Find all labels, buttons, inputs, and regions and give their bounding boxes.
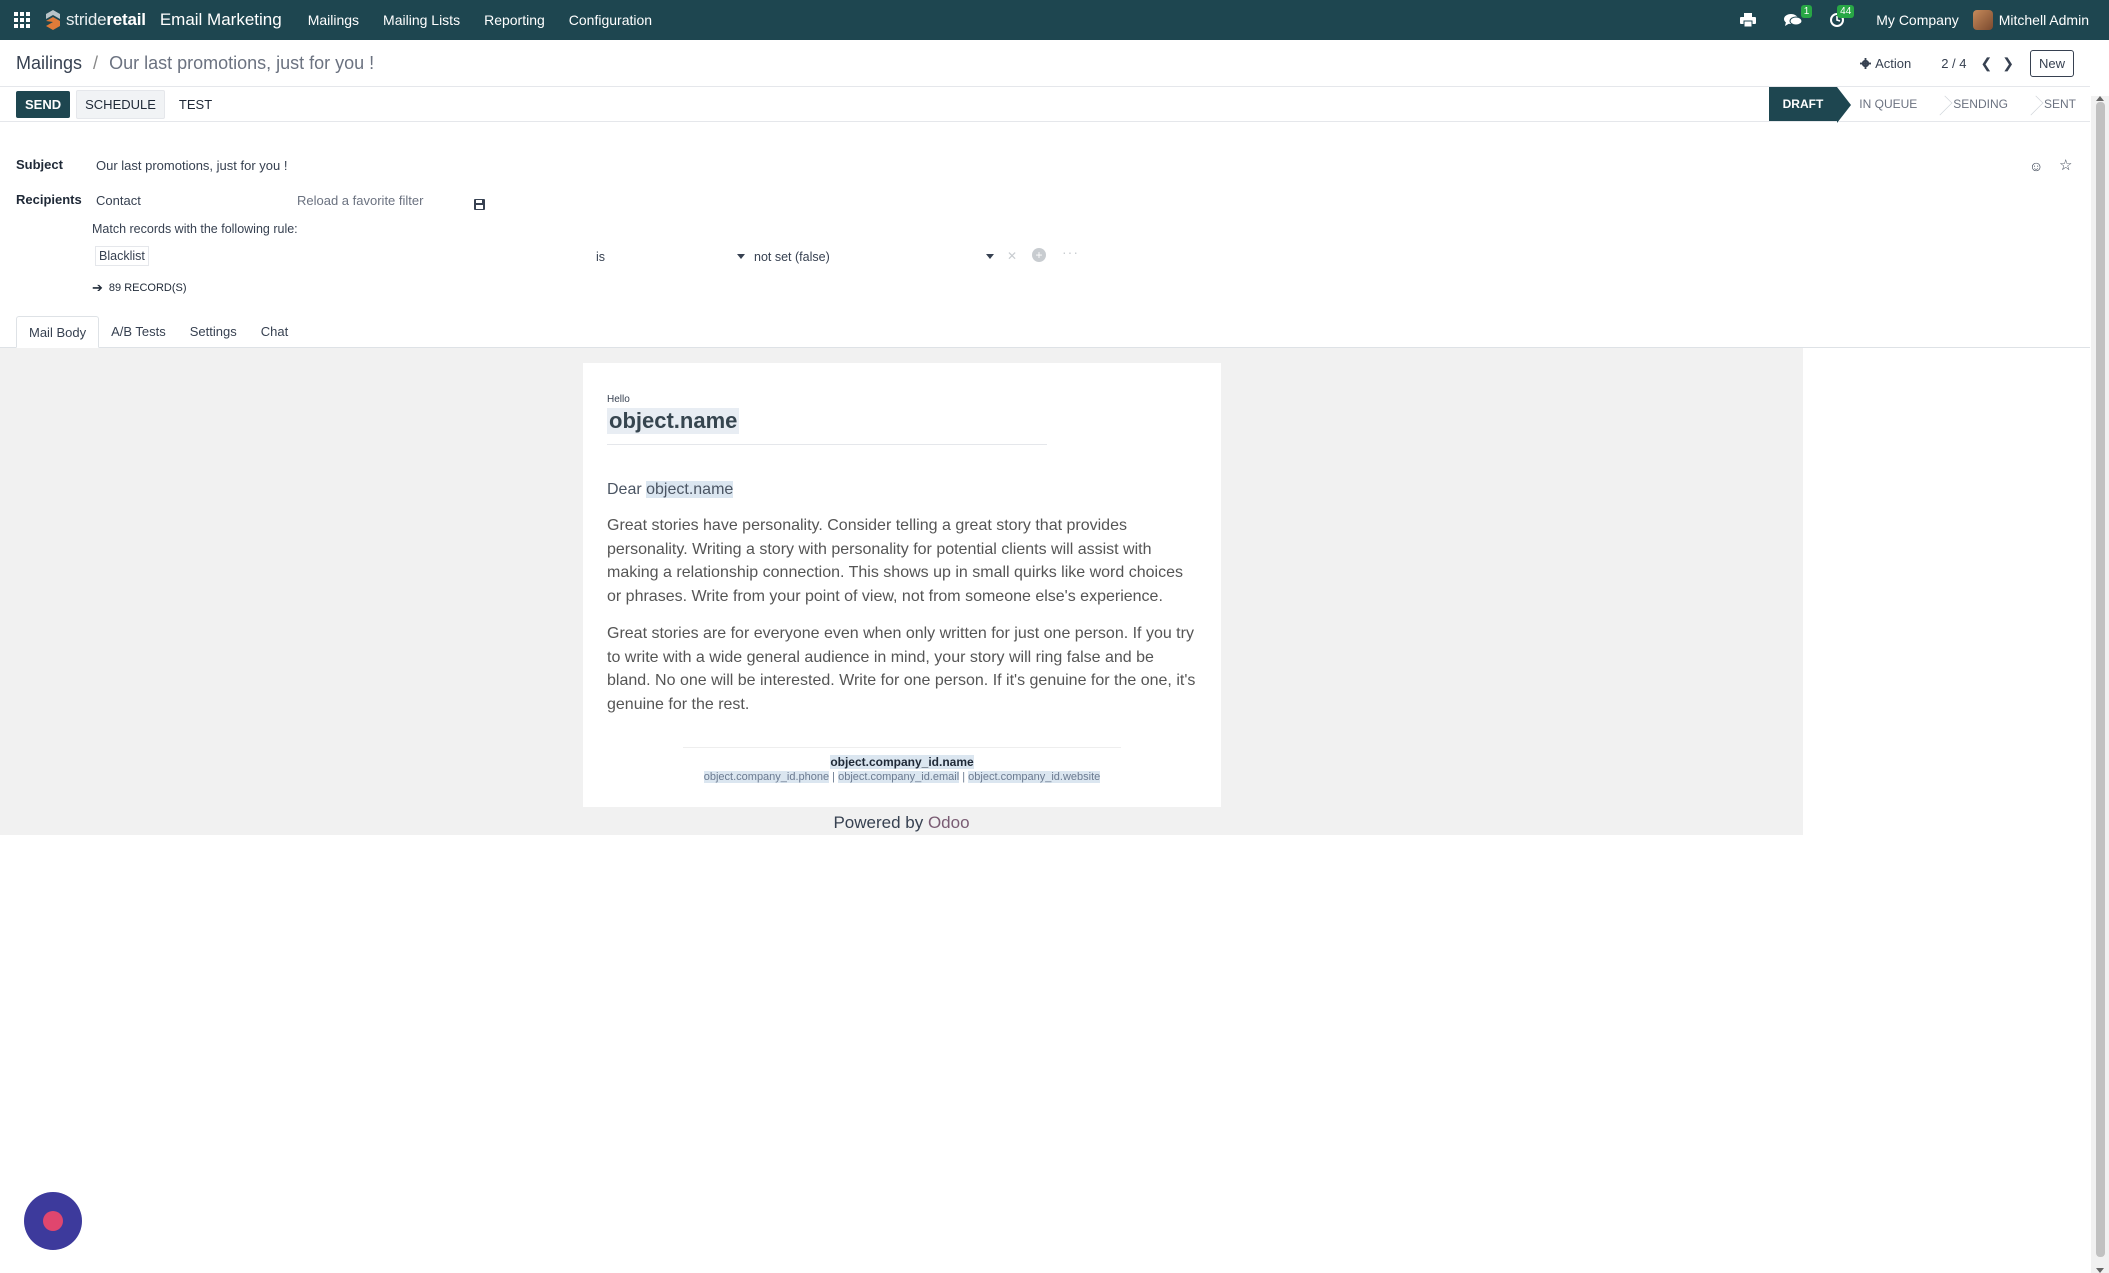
records-count: 89 RECORD(S) <box>108 282 187 294</box>
app-title[interactable]: Email Marketing <box>160 10 282 30</box>
user-name: Mitchell Admin <box>1998 12 2089 28</box>
company-phone-placeholder: object.company_id.phone <box>703 771 830 783</box>
remove-rule-icon[interactable]: ✕ <box>1007 249 1017 263</box>
recipients-label: Recipients <box>16 192 82 207</box>
stage-in-queue[interactable]: IN QUEUE <box>1837 87 1931 121</box>
mail-company-name: object.company_id.name <box>583 755 1221 769</box>
gear-icon <box>1860 57 1872 69</box>
odoo-link[interactable]: Odoo <box>928 813 970 832</box>
tab-ab-tests[interactable]: A/B Tests <box>99 316 178 347</box>
greeting-placeholder: object.name <box>646 481 734 498</box>
pager-previous-icon[interactable]: ❮ <box>1981 55 1993 72</box>
records-count-link[interactable]: ➔ 89 RECORD(S) <box>92 280 187 296</box>
powered-by-text: Powered by <box>833 813 928 832</box>
menu-configuration[interactable]: Configuration <box>557 0 664 40</box>
breadcrumb: Mailings / Our last promotions, just for… <box>16 53 374 74</box>
company-website-placeholder: object.company_id.website <box>968 771 1101 783</box>
company-email-placeholder: object.company_id.email <box>838 771 960 783</box>
tab-mail-body[interactable]: Mail Body <box>16 316 100 348</box>
user-menu[interactable]: Mitchell Admin <box>1972 10 2089 30</box>
emoji-icon[interactable]: ☺ <box>2029 158 2043 174</box>
stage-draft[interactable]: DRAFT <box>1768 87 1851 123</box>
scroll-up-icon[interactable] <box>2096 96 2104 101</box>
tab-chat[interactable]: Chat <box>249 316 300 347</box>
test-button[interactable]: TEST <box>171 91 220 118</box>
heading-divider <box>607 444 1047 445</box>
pager-value[interactable]: 2 / 4 <box>1941 56 1966 71</box>
greeting-prefix: Dear <box>607 481 647 498</box>
activities-badge: 44 <box>1837 5 1855 18</box>
messages-badge: 1 <box>1800 5 1813 18</box>
stage-sent[interactable]: SENT <box>2022 87 2090 121</box>
menu-reporting[interactable]: Reporting <box>472 0 557 40</box>
brand-name: strideretail <box>66 10 146 29</box>
mail-paragraph-2: Great stories are for everyone even when… <box>607 625 1196 713</box>
menu-mailing-lists[interactable]: Mailing Lists <box>371 0 472 40</box>
rule-field-select[interactable]: Blacklist <box>95 246 149 266</box>
action-label: Action <box>1875 55 1912 71</box>
action-menu-button[interactable]: Action <box>1860 56 1911 71</box>
breadcrumb-separator: / <box>93 52 99 73</box>
powered-by-footer: Powered by Odoo <box>0 813 1803 833</box>
footer-divider <box>683 747 1121 748</box>
activities-clock-icon[interactable]: 44 <box>1830 5 1855 27</box>
scrollbar-thumb[interactable] <box>2096 102 2105 1257</box>
stage-pipeline: DRAFT IN QUEUE SENDING SENT <box>1768 87 2090 123</box>
menu-mailings[interactable]: Mailings <box>296 0 371 40</box>
livechat-bubble[interactable] <box>24 1192 82 1250</box>
scroll-down-icon[interactable] <box>2096 1268 2104 1273</box>
page-scrollbar[interactable] <box>2091 96 2109 1273</box>
pager-next-icon[interactable]: ❯ <box>2002 55 2014 72</box>
tab-settings[interactable]: Settings <box>178 316 249 347</box>
favorite-filter-select[interactable]: Reload a favorite filter <box>297 193 423 208</box>
save-filter-icon[interactable] <box>474 197 485 215</box>
mail-company-info: object.company_id.phone | object.company… <box>583 771 1221 783</box>
brand-mark-icon <box>46 10 60 30</box>
main-menu: Mailings Mailing Lists Reporting Configu… <box>296 0 664 40</box>
form-statusbar: SEND SCHEDULE TEST DRAFT IN QUEUE SENDIN… <box>0 86 2090 123</box>
subject-input[interactable]: Our last promotions, just for you ! <box>96 158 287 173</box>
more-options-icon[interactable]: ··· <box>1062 244 1079 260</box>
operator-caret-icon <box>737 254 745 259</box>
mail-body-editor[interactable]: Hello object.name Dear object.name Great… <box>0 348 1803 835</box>
value-caret-icon <box>986 254 994 259</box>
add-rule-icon[interactable]: + <box>1032 248 1046 262</box>
messages-icon[interactable]: 1 <box>1784 5 1813 27</box>
company-name-placeholder: object.company_id.name <box>830 755 974 769</box>
apps-menu-icon[interactable] <box>2 0 42 40</box>
navbar-systray: 1 44 My Company Mitchell Admin <box>1740 5 2109 30</box>
rule-operator-select[interactable]: is <box>596 250 605 264</box>
info-separator: | <box>959 771 969 783</box>
subject-label: Subject <box>16 157 63 172</box>
top-navbar: strideretail Email Marketing Mailings Ma… <box>0 0 2109 40</box>
mail-hello: Hello <box>607 394 630 405</box>
print-icon[interactable] <box>1740 13 1757 27</box>
send-button[interactable]: SEND <box>16 90 71 118</box>
mail-heading: object.name <box>607 408 740 434</box>
notebook-tabs: Mail Body A/B Tests Settings Chat <box>0 316 2090 348</box>
info-separator: | <box>829 771 839 783</box>
company-switcher[interactable]: My Company <box>1876 12 1958 28</box>
breadcrumb-mailings[interactable]: Mailings <box>16 53 82 73</box>
user-avatar <box>1972 10 1993 30</box>
stage-sending[interactable]: SENDING <box>1931 87 2022 121</box>
schedule-button[interactable]: SCHEDULE <box>76 89 165 119</box>
recipients-model-select[interactable]: Contact <box>96 193 141 208</box>
star-icon[interactable]: ☆ <box>2059 156 2072 174</box>
brand-logo[interactable]: strideretail <box>44 9 146 31</box>
mail-paragraph-1: Great stories have personality. Consider… <box>607 517 1183 605</box>
arrow-right-icon: ➔ <box>92 280 103 295</box>
mail-greeting: Dear object.name <box>607 481 734 499</box>
domain-rule-text: Match records with the following rule: <box>92 222 298 236</box>
chat-record-icon <box>43 1211 63 1231</box>
control-panel: Mailings / Our last promotions, just for… <box>0 40 2090 86</box>
rule-value-select[interactable]: not set (false) <box>754 250 830 264</box>
mail-content-card[interactable]: Hello object.name Dear object.name Great… <box>583 363 1221 807</box>
breadcrumb-current: Our last promotions, just for you ! <box>109 52 375 73</box>
new-button[interactable]: New <box>2029 49 2074 77</box>
